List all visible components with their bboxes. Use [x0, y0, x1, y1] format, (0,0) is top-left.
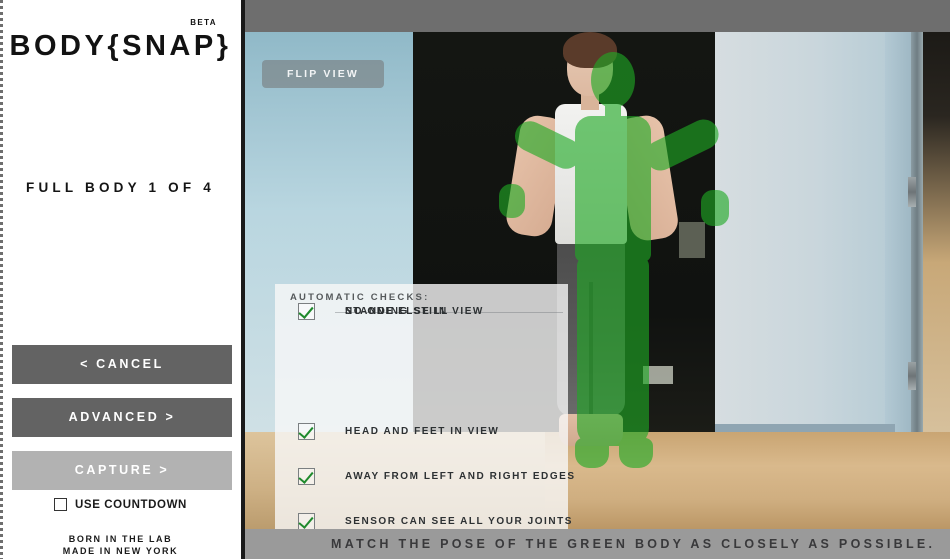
app-logo: BODY{SNAP} BETA — [0, 18, 241, 63]
stage-topbar — [245, 0, 950, 32]
use-countdown-checkbox[interactable] — [54, 498, 68, 511]
scene-doorway — [923, 32, 950, 452]
check-label: HEAD AND FEET IN VIEW — [345, 425, 500, 437]
check-row: AWAY FROM LEFT AND RIGHT EDGES — [275, 459, 574, 493]
check-label: AWAY FROM LEFT AND RIGHT EDGES — [345, 470, 576, 482]
flip-view-button[interactable]: FLIP VIEW — [262, 60, 384, 88]
advanced-button[interactable]: ADVANCED > — [12, 398, 232, 437]
user-feet — [559, 414, 623, 446]
scene-right-wall — [715, 32, 885, 440]
use-countdown-row[interactable]: USE COUNTDOWN — [0, 498, 241, 511]
camera-feed: FLIP VIEW AUTOMATIC CHECKS: HEAD AND FEE… — [245, 32, 950, 529]
app-root: BODY{SNAP} BETA FULL BODY 1 OF 4 < CANCE… — [0, 0, 950, 559]
instruction-bar: MATCH THE POSE OF THE GREEN BODY AS CLOS… — [245, 529, 950, 559]
footer-credits-line2: MADE IN NEW YORK — [62, 546, 179, 556]
check-row: SENSOR CAN SEE ALL YOUR JOINTS — [275, 504, 571, 529]
check-checkbox — [298, 512, 315, 529]
instruction-text: MATCH THE POSE OF THE GREEN BODY AS CLOS… — [331, 537, 936, 551]
sidebar-dotted-edge — [0, 0, 3, 559]
camera-stage: FLIP VIEW AUTOMATIC CHECKS: HEAD AND FEE… — [245, 0, 950, 559]
capture-button[interactable]: CAPTURE > — [12, 451, 232, 490]
user-torso — [555, 104, 627, 244]
check-row: NO ONE ELSE IN VIEW — [275, 294, 568, 328]
check-row: HEAD AND FEET IN VIEW — [275, 414, 568, 448]
check-checkbox — [298, 302, 315, 320]
user-leg-split — [589, 282, 593, 416]
scene-door-hinge-upper — [908, 177, 916, 207]
check-checkbox — [298, 422, 315, 440]
check-label: NO ONE ELSE IN VIEW — [345, 305, 484, 317]
use-countdown-label: USE COUNTDOWN — [75, 498, 187, 511]
check-label: SENSOR CAN SEE ALL YOUR JOINTS — [345, 515, 574, 527]
footer-credits: BORN IN THE LAB MADE IN NEW YORK — [0, 533, 241, 557]
app-logo-text: BODY{SNAP} — [9, 30, 232, 62]
sidebar: BODY{SNAP} BETA FULL BODY 1 OF 4 < CANCE… — [0, 0, 245, 559]
beta-badge: BETA — [190, 18, 217, 27]
footer-credits-line1: BORN IN THE LAB — [68, 534, 173, 544]
cancel-button[interactable]: < CANCEL — [12, 345, 232, 384]
user-hair — [563, 32, 617, 68]
automatic-checks-panel: AUTOMATIC CHECKS: HEAD AND FEET IN VIEW … — [275, 284, 574, 529]
scene-door-hinge-lower — [908, 362, 916, 390]
check-checkbox — [298, 467, 315, 485]
page-title: FULL BODY 1 OF 4 — [26, 180, 215, 195]
